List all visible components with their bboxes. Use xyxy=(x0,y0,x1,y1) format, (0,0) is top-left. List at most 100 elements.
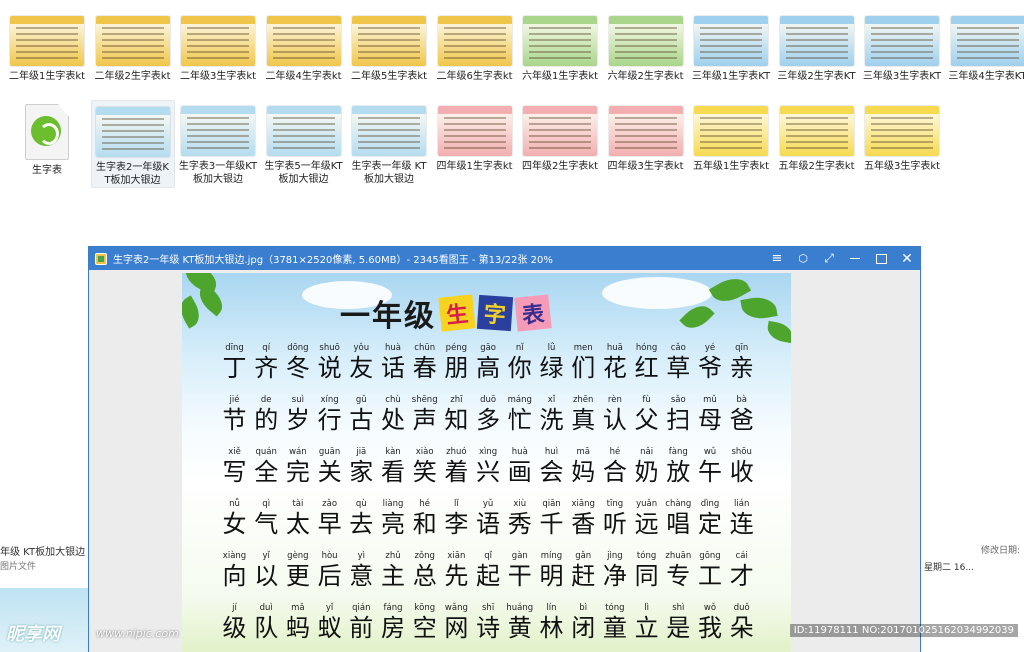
character-cell: kōng 空 xyxy=(408,603,441,642)
character-cell: jìng 净 xyxy=(598,551,631,590)
hanzi-character: 忙 xyxy=(507,406,532,434)
viewer-canvas[interactable]: 一年级 生 字 表 dīng 丁 qí 齐 dōng 冬 shuō 说 yǒu 友 huà 话 chūn… xyxy=(89,271,920,652)
character-cell: zhǔ 主 xyxy=(377,551,410,590)
pinyin-label: duō xyxy=(480,395,497,405)
skin-icon[interactable] xyxy=(790,247,816,270)
watermark-logo: 昵享网 xyxy=(6,624,60,645)
file-item[interactable]: 六年级1生字表kt xyxy=(518,10,602,83)
hanzi-character: 李 xyxy=(444,510,469,538)
character-cell: wǔ 午 xyxy=(694,447,727,486)
file-item[interactable]: 生字表5一年级KT板加大银边 xyxy=(262,100,346,186)
hanzi-character: 午 xyxy=(698,458,722,486)
character-cell: lín 林 xyxy=(535,603,568,642)
hanzi-character: 古 xyxy=(349,406,374,434)
file-item[interactable]: 二年级2生字表kt xyxy=(91,10,175,83)
character-cell: hé 合 xyxy=(598,447,631,486)
character-cell: xiàng 向 xyxy=(218,551,251,590)
file-item[interactable]: 二年级4生字表kt xyxy=(262,10,346,83)
file-item[interactable]: 二年级1生字表kt xyxy=(5,10,89,83)
image-thumbnail xyxy=(352,16,426,66)
hanzi-character: 房 xyxy=(381,614,405,642)
character-cell: míng 明 xyxy=(535,551,568,590)
hanzi-character: 才 xyxy=(729,562,754,590)
hanzi-character: 母 xyxy=(698,406,722,434)
hanzi-character: 向 xyxy=(222,562,247,590)
detail-filename: 年级 KT板加大银边 xyxy=(0,547,86,558)
file-item[interactable]: 三年级4生字表KT xyxy=(946,10,1024,83)
image-thumbnail xyxy=(694,16,768,66)
file-item[interactable]: 二年级5生字表kt xyxy=(347,10,431,83)
character-cell: qiān 千 xyxy=(535,499,568,538)
hanzi-character: 话 xyxy=(381,354,405,382)
pinyin-label: chù xyxy=(385,395,401,405)
close-button[interactable]: ✕ xyxy=(894,247,920,270)
detail-modified-label: 修改日期: xyxy=(980,546,1020,556)
character-cell: dìng 定 xyxy=(694,499,727,538)
file-item[interactable]: 五年级1生字表kt xyxy=(689,100,773,173)
pinyin-label: bà xyxy=(736,395,747,405)
viewer-titlebar[interactable]: 生字表2一年级 KT板加大银边.jpg（3781×2520像素, 5.60MB）… xyxy=(89,247,920,270)
character-cell: suì 岁 xyxy=(281,395,314,434)
file-item[interactable]: 三年级2生字表KT xyxy=(775,10,859,83)
pinyin-label: cái xyxy=(735,551,748,561)
file-item[interactable]: 六年级2生字表kt xyxy=(604,10,688,83)
pinyin-label: nǚ xyxy=(229,499,240,509)
file-item[interactable]: 生字表3一年级KT板加大银边 xyxy=(176,100,260,186)
character-cell: shì 是 xyxy=(662,603,695,642)
hanzi-character: 立 xyxy=(634,614,659,642)
image-viewer-window[interactable]: 生字表2一年级 KT板加大银边.jpg（3781×2520像素, 5.60MB）… xyxy=(88,246,921,652)
character-cell: sǎo 扫 xyxy=(662,395,695,434)
pinyin-label: cǎo xyxy=(670,343,686,353)
hanzi-character: 远 xyxy=(634,510,659,538)
file-item[interactable]: 二年级3生字表kt xyxy=(176,10,260,83)
file-item[interactable]: 生字表2一年级KT板加大银边 xyxy=(90,100,175,188)
pinyin-label: jìng xyxy=(607,551,623,561)
pinyin-label: chūn xyxy=(414,343,436,353)
fullscreen-icon[interactable] xyxy=(816,247,842,270)
file-item[interactable]: 四年级2生字表kt xyxy=(518,100,602,173)
character-cell: nǚ 女 xyxy=(218,499,251,538)
hanzi-character: 林 xyxy=(539,614,564,642)
file-item[interactable]: 三年级3生字表KT xyxy=(860,10,944,83)
file-item[interactable]: 五年级3生字表kt xyxy=(860,100,944,173)
hanzi-character: 着 xyxy=(444,458,469,486)
file-item[interactable]: 二年级6生字表kt xyxy=(433,10,517,83)
hanzi-character: 红 xyxy=(634,354,659,382)
hanzi-character: 空 xyxy=(412,614,437,642)
pinyin-label: xìng xyxy=(479,447,498,457)
minimize-button[interactable] xyxy=(842,247,868,270)
character-cell: tīng 听 xyxy=(598,499,631,538)
hanzi-character: 级 xyxy=(222,614,247,642)
file-item[interactable]: 生字表 xyxy=(5,100,89,177)
pinyin-label: gèng xyxy=(287,551,309,561)
hanzi-character: 蚁 xyxy=(317,614,342,642)
file-item[interactable]: 四年级1生字表kt xyxy=(433,100,517,173)
pinyin-label: duì xyxy=(259,603,273,613)
pinyin-label: shì xyxy=(672,603,685,613)
file-item[interactable]: 三年级1生字表KT xyxy=(689,10,773,83)
file-item[interactable]: 五年级2生字表kt xyxy=(775,100,859,173)
pinyin-label: mǎ xyxy=(291,603,305,613)
hanzi-character: 冬 xyxy=(285,354,310,382)
menu-icon[interactable] xyxy=(764,247,790,270)
character-cell: chūn 春 xyxy=(408,343,441,382)
file-label: 二年级1生字表kt xyxy=(8,71,86,82)
pinyin-label: qí xyxy=(262,343,271,353)
poster-title-tag: 字 xyxy=(476,294,514,332)
hanzi-character: 太 xyxy=(285,510,310,538)
app-icon xyxy=(95,252,107,265)
pinyin-label: sǎo xyxy=(670,395,686,405)
character-cell: wǎng 网 xyxy=(440,603,473,642)
file-item[interactable]: 四年级3生字表kt xyxy=(604,100,688,173)
hanzi-character: 兴 xyxy=(476,458,501,486)
character-cell: yé 爷 xyxy=(694,343,727,382)
hanzi-character: 齐 xyxy=(254,354,279,382)
file-item[interactable]: 生字表一年级 KT板加大银边 xyxy=(347,100,431,186)
file-label: 生字表2一年级KT板加大银边 xyxy=(96,162,169,186)
character-cell: chàng 唱 xyxy=(662,499,695,538)
hanzi-character: 先 xyxy=(444,562,469,590)
hanzi-character: 奶 xyxy=(634,458,659,486)
file-label: 生字表5一年级KT板加大银边 xyxy=(264,161,343,185)
maximize-button[interactable] xyxy=(868,247,894,270)
hanzi-character: 是 xyxy=(666,614,691,642)
